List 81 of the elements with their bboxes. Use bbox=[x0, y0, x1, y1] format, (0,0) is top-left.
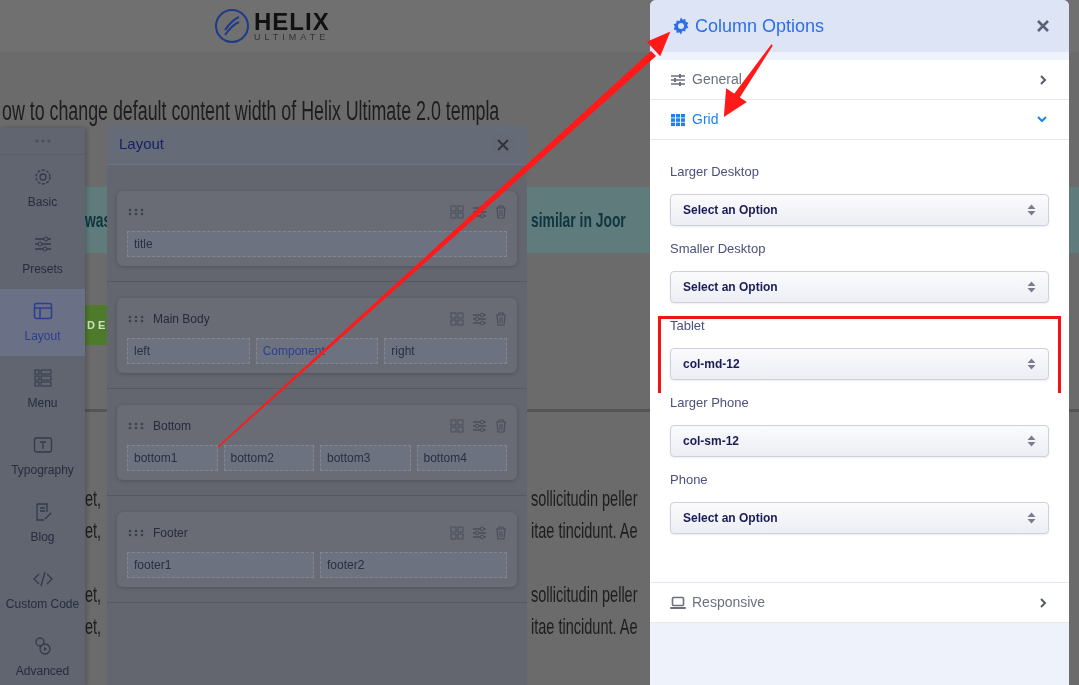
drag-handle-icon[interactable] bbox=[127, 208, 145, 216]
paragraph-text: et, bbox=[85, 580, 102, 609]
text-box-icon bbox=[32, 434, 53, 455]
sidebar-item[interactable]: Menu bbox=[0, 356, 85, 423]
logo-tagline: ULTIMATE bbox=[254, 32, 330, 42]
paragraph-text: itae tincidunt. Ae bbox=[531, 516, 638, 545]
field-label: Smaller Desktop bbox=[670, 240, 767, 258]
sort-arrows-icon bbox=[1027, 204, 1036, 216]
laptop-icon bbox=[670, 595, 686, 610]
sliders-icon bbox=[670, 72, 686, 87]
drag-handle-icon[interactable] bbox=[127, 315, 145, 323]
column-slot[interactable]: left bbox=[127, 338, 250, 364]
sliders-icon[interactable] bbox=[472, 312, 487, 326]
column-slot[interactable]: bottom3 bbox=[320, 445, 411, 471]
select-field[interactable]: col-sm-12 bbox=[670, 425, 1049, 457]
row-name: Bottom bbox=[153, 418, 191, 435]
row-name: Footer bbox=[153, 525, 188, 542]
grid-icon bbox=[670, 112, 686, 127]
paragraph-text: et, bbox=[85, 612, 102, 641]
logo-icon bbox=[214, 8, 250, 44]
close-icon bbox=[1037, 20, 1049, 32]
panel-title: Column Options bbox=[695, 14, 825, 38]
chevron-right-icon bbox=[1040, 597, 1047, 608]
banner-text: similar in Joor bbox=[531, 207, 626, 234]
column-slot[interactable]: Component bbox=[255, 338, 379, 364]
column-slot[interactable]: footer1 bbox=[127, 552, 314, 578]
grid-icon[interactable] bbox=[450, 205, 464, 219]
panel-title: Layout bbox=[119, 134, 165, 155]
grid-icon[interactable] bbox=[450, 419, 464, 433]
sort-arrows-icon bbox=[1027, 358, 1036, 370]
paragraph-text: itae tincidunt. Ae bbox=[531, 612, 638, 641]
field-label: Tablet bbox=[670, 317, 706, 335]
select-field[interactable]: Select an Option bbox=[670, 194, 1049, 226]
column-slot[interactable]: bottom4 bbox=[416, 445, 507, 471]
column-slot[interactable]: bottom1 bbox=[127, 445, 218, 471]
drag-handle-icon[interactable] bbox=[127, 422, 145, 430]
field-label: Phone bbox=[670, 471, 709, 489]
trash-icon[interactable] bbox=[495, 419, 507, 433]
select-field[interactable]: Select an Option bbox=[670, 502, 1049, 534]
sliders-icon[interactable] bbox=[472, 419, 487, 433]
trash-icon[interactable] bbox=[495, 312, 507, 326]
paragraph-text: sollicitudin peller bbox=[531, 580, 638, 609]
sidebar-item[interactable]: Layout bbox=[0, 289, 85, 356]
trash-icon[interactable] bbox=[495, 526, 507, 540]
close-icon bbox=[497, 138, 509, 151]
sidebar-item[interactable]: Typography bbox=[0, 423, 85, 490]
field-label: Larger Phone bbox=[670, 394, 750, 412]
column-slot[interactable]: right bbox=[384, 338, 507, 364]
paragraph-text: et, bbox=[85, 516, 102, 545]
sidebar-item[interactable]: Custom Code bbox=[0, 557, 85, 624]
paragraph-text: et, bbox=[85, 484, 102, 513]
trash-icon[interactable] bbox=[495, 205, 507, 219]
row-name: Main Body bbox=[153, 311, 210, 328]
sidebar-item[interactable]: Advanced bbox=[0, 624, 85, 685]
list-icon bbox=[32, 367, 53, 388]
article-heading: ow to change default content width of Helix Ultimate 2.0 templa bbox=[2, 96, 500, 126]
drag-handle-icon[interactable] bbox=[127, 529, 145, 537]
select-field[interactable]: Select an Option bbox=[670, 271, 1049, 303]
layout-icon bbox=[32, 300, 53, 321]
sidebar-item[interactable]: Presets bbox=[0, 222, 85, 289]
gear-icon bbox=[672, 17, 690, 35]
sidebar-item[interactable]: Basic bbox=[0, 155, 85, 222]
column-slot[interactable]: title bbox=[127, 231, 507, 257]
column-slot[interactable]: footer2 bbox=[320, 552, 507, 578]
sidebar-item[interactable]: Blog bbox=[0, 490, 85, 557]
sort-arrows-icon bbox=[1027, 512, 1036, 524]
sort-arrows-icon bbox=[1027, 435, 1036, 447]
chevron-down-icon bbox=[1037, 116, 1047, 123]
grid-icon[interactable] bbox=[450, 526, 464, 540]
sliders-icon bbox=[32, 233, 53, 254]
close-button[interactable] bbox=[1037, 20, 1049, 32]
logo-text: HELIX bbox=[254, 10, 330, 33]
sliders-icon[interactable] bbox=[472, 526, 487, 540]
column-slot[interactable]: bottom2 bbox=[223, 445, 314, 471]
sort-arrows-icon bbox=[1027, 281, 1036, 293]
select-field[interactable]: col-md-12 bbox=[670, 348, 1049, 380]
field-label: Larger Desktop bbox=[670, 163, 760, 181]
chevron-right-icon bbox=[1040, 74, 1047, 85]
paragraph-text: sollicitudin peller bbox=[531, 484, 638, 513]
grid-icon[interactable] bbox=[450, 312, 464, 326]
circles-icon bbox=[32, 635, 53, 656]
